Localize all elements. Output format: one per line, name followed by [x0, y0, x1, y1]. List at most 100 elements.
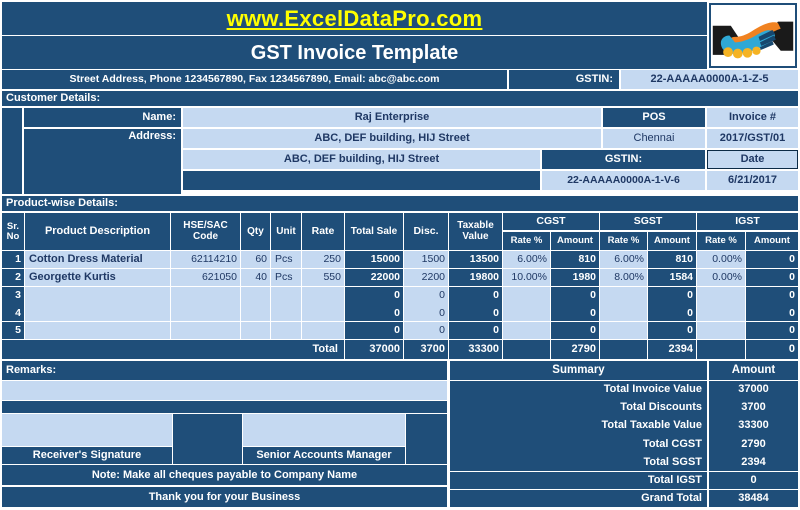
cell-igst-amount[interactable]: 0	[746, 322, 798, 340]
cell-rate[interactable]: 250	[302, 251, 344, 268]
cell-total-sale[interactable]: 15000	[345, 251, 403, 268]
cell-description[interactable]	[25, 322, 170, 340]
cell-taxable-value[interactable]: 19800	[449, 268, 502, 286]
cell-sr-no[interactable]: 3	[2, 286, 24, 304]
cell-hsn-code[interactable]	[171, 304, 240, 322]
cell-sr-no[interactable]: 5	[2, 322, 24, 340]
cell-unit[interactable]: Pcs	[271, 251, 301, 268]
summary-row-value: 38484	[709, 489, 798, 508]
invoice-number-value[interactable]: 2017/GST/01	[707, 129, 798, 148]
cell-hsn-code[interactable]	[171, 286, 240, 304]
cell-igst-amount[interactable]: 0	[746, 251, 798, 268]
cell-sgst-amount[interactable]: 0	[648, 322, 696, 340]
cell-cgst-rate[interactable]: 6.00%	[503, 251, 550, 268]
invoice-date-value[interactable]: 6/21/2017	[707, 171, 798, 190]
cell-cgst-amount[interactable]: 0	[551, 286, 599, 304]
cell-disc[interactable]: 2200	[404, 268, 448, 286]
cell-disc[interactable]: 0	[404, 322, 448, 340]
cell-igst-rate[interactable]	[697, 304, 745, 322]
customer-address-line1[interactable]: ABC, DEF building, HIJ Street	[183, 129, 601, 148]
cell-cgst-amount[interactable]: 1980	[551, 268, 599, 286]
cell-igst-amount[interactable]: 0	[746, 304, 798, 322]
cell-unit[interactable]: Pcs	[271, 268, 301, 286]
cell-rate[interactable]	[302, 286, 344, 304]
cell-igst-rate[interactable]: 0.00%	[697, 251, 745, 268]
cell-sgst-amount[interactable]: 0	[648, 304, 696, 322]
cell-sr-no[interactable]: 1	[2, 251, 24, 268]
cell-sgst-amount[interactable]: 1584	[648, 268, 696, 286]
cell-qty[interactable]: 60	[241, 251, 270, 268]
receiver-signature-box[interactable]	[2, 414, 172, 446]
cell-cgst-rate[interactable]: 10.00%	[503, 268, 550, 286]
cell-qty[interactable]: 40	[241, 268, 270, 286]
cell-rate[interactable]	[302, 304, 344, 322]
manager-signature-box[interactable]	[243, 414, 405, 446]
pos-value[interactable]: Chennai	[603, 129, 705, 148]
company-gstin-label: GSTIN:	[509, 70, 619, 89]
pos-label: POS	[603, 108, 705, 127]
cell-description[interactable]: Georgette Kurtis	[25, 268, 170, 286]
cell-cgst-rate[interactable]	[503, 304, 550, 322]
cell-igst-rate[interactable]	[697, 322, 745, 340]
cell-sgst-rate[interactable]	[600, 322, 647, 340]
cell-taxable-value[interactable]: 0	[449, 304, 502, 322]
cell-disc[interactable]: 0	[404, 304, 448, 322]
customer-address-line3[interactable]	[183, 171, 540, 190]
summary-row-label: Total Taxable Value	[450, 417, 707, 435]
cell-total-sale[interactable]: 0	[345, 304, 403, 322]
cell-igst-amount[interactable]: 0	[746, 286, 798, 304]
brand-link[interactable]: www.ExcelDataPro.com	[227, 7, 483, 30]
summary-row-label: Total Invoice Value	[450, 381, 707, 399]
cell-total-sale[interactable]: 22000	[345, 268, 403, 286]
cell-sgst-rate[interactable]	[600, 304, 647, 322]
cell-unit[interactable]	[271, 322, 301, 340]
customer-address-line2[interactable]: ABC, DEF building, HIJ Street	[183, 150, 540, 169]
cell-igst-rate[interactable]: 0.00%	[697, 268, 745, 286]
cell-taxable-value[interactable]: 13500	[449, 251, 502, 268]
cell-sgst-amount[interactable]: 810	[648, 251, 696, 268]
cell-igst-amount[interactable]: 0	[746, 268, 798, 286]
cell-description[interactable]	[25, 286, 170, 304]
customer-gstin-value[interactable]: 22-AAAAA0000A-1-V-6	[542, 171, 705, 190]
cell-disc[interactable]: 0	[404, 286, 448, 304]
cell-total-sale[interactable]: 0	[345, 286, 403, 304]
cell-disc[interactable]: 1500	[404, 251, 448, 268]
cell-rate[interactable]: 550	[302, 268, 344, 286]
cell-sgst-rate[interactable]: 8.00%	[600, 268, 647, 286]
cell-cgst-rate[interactable]	[503, 322, 550, 340]
cell-sr-no[interactable]: 2	[2, 268, 24, 286]
remarks-value[interactable]	[2, 381, 447, 400]
cell-sgst-rate[interactable]: 6.00%	[600, 251, 647, 268]
cell-hsn-code[interactable]: 62114210	[171, 251, 240, 268]
cell-description[interactable]	[25, 304, 170, 322]
cell-cgst-amount[interactable]: 0	[551, 304, 599, 322]
cell-qty[interactable]	[241, 304, 270, 322]
total-sgst-rate-blank	[600, 340, 647, 359]
total-taxable: 33300	[449, 340, 502, 359]
cell-unit[interactable]	[271, 286, 301, 304]
cell-total-sale[interactable]: 0	[345, 322, 403, 340]
cell-qty[interactable]	[241, 322, 270, 340]
customer-name-value[interactable]: Raj Enterprise	[183, 108, 601, 127]
cell-unit[interactable]	[271, 304, 301, 322]
cell-hsn-code[interactable]	[171, 322, 240, 340]
cell-hsn-code[interactable]: 621050	[171, 268, 240, 286]
company-gstin-value[interactable]: 22-AAAAA0000A-1-Z-5	[621, 70, 798, 89]
customer-left-spacer	[2, 108, 22, 194]
cell-igst-rate[interactable]	[697, 286, 745, 304]
col-header-rate: Rate	[302, 213, 344, 250]
cell-cgst-rate[interactable]	[503, 286, 550, 304]
cell-qty[interactable]	[241, 286, 270, 304]
cell-taxable-value[interactable]: 0	[449, 286, 502, 304]
cell-taxable-value[interactable]: 0	[449, 322, 502, 340]
cell-cgst-amount[interactable]: 810	[551, 251, 599, 268]
cell-sr-no[interactable]: 4	[2, 304, 24, 322]
cell-cgst-amount[interactable]: 0	[551, 322, 599, 340]
cell-sgst-amount[interactable]: 0	[648, 286, 696, 304]
cell-sgst-rate[interactable]	[600, 286, 647, 304]
product-details-band: Product-wise Details:	[2, 196, 798, 211]
cell-rate[interactable]	[302, 322, 344, 340]
col-header-hsn-line1: HSE/SAC	[183, 220, 228, 231]
cell-description[interactable]: Cotton Dress Material	[25, 251, 170, 268]
remarks-label: Remarks:	[2, 361, 447, 380]
